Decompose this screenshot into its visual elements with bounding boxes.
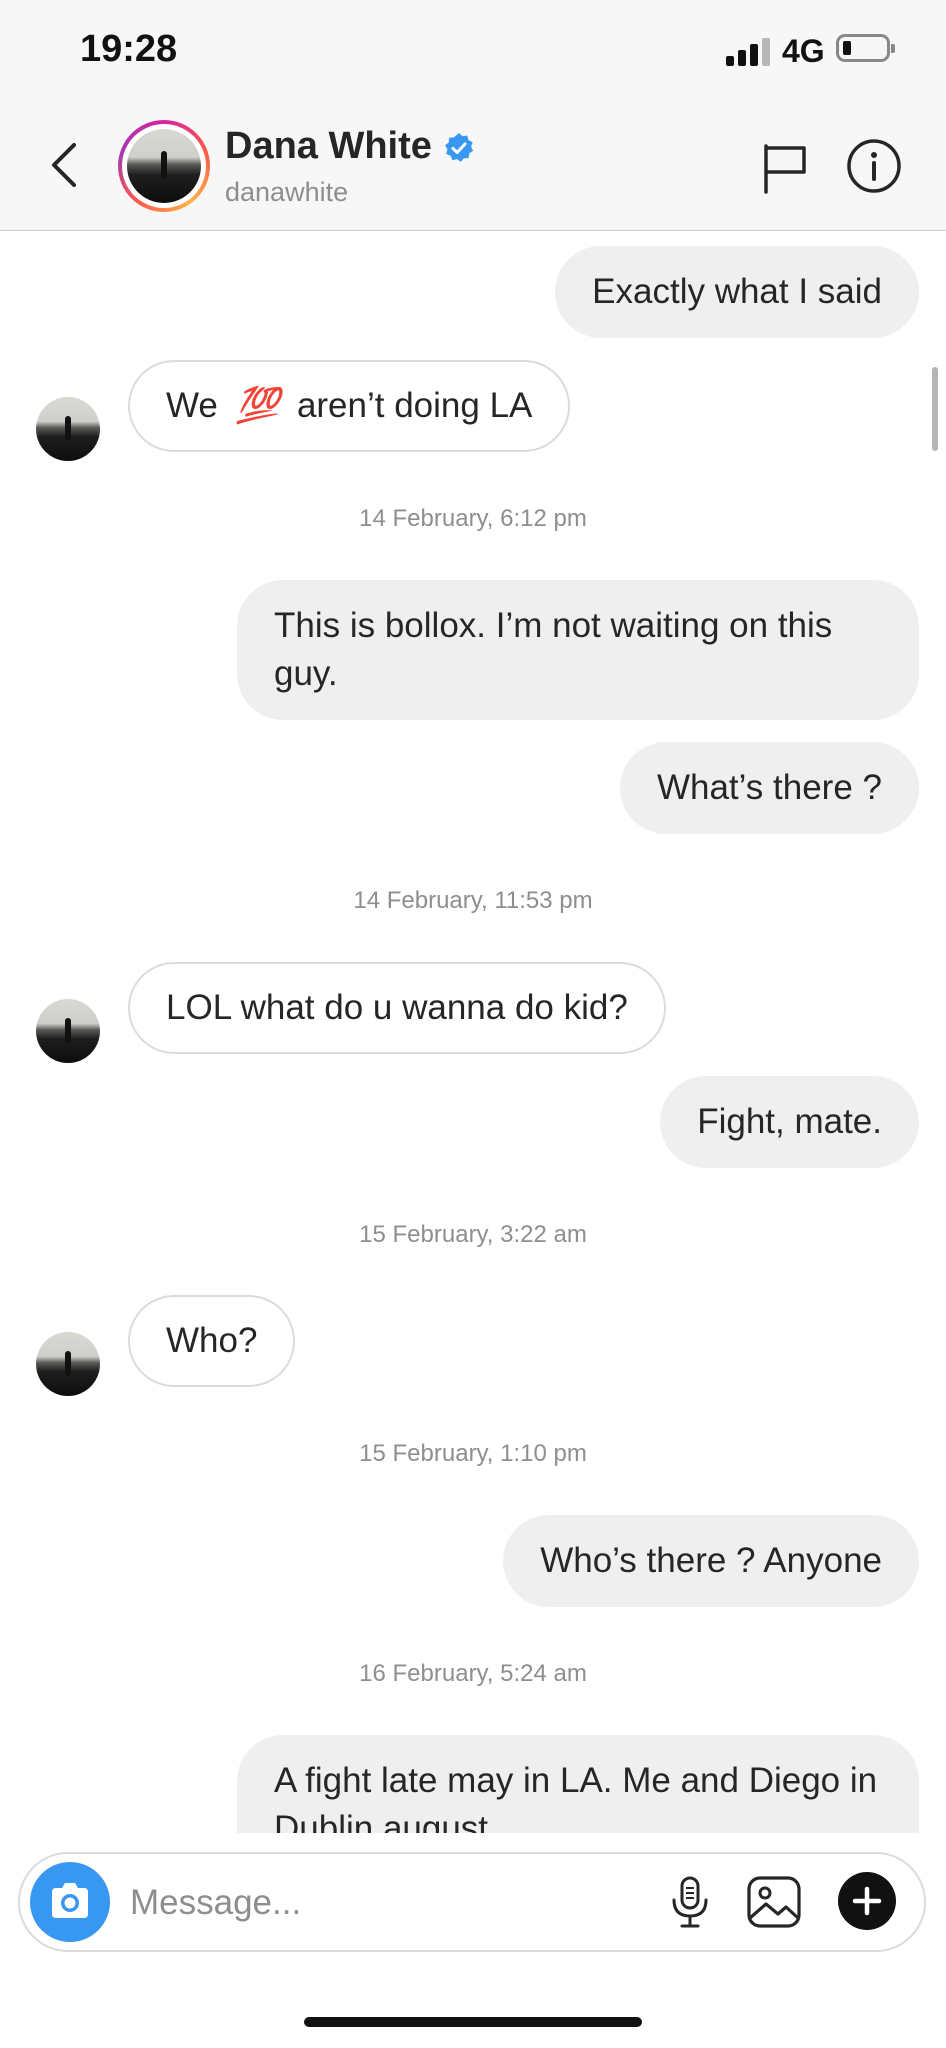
sender-avatar[interactable]: [36, 397, 100, 461]
message-outgoing[interactable]: What’s there ?: [619, 742, 919, 834]
plus-icon: [852, 1886, 882, 1916]
flag-icon: [764, 144, 806, 194]
message-timestamp: 15 February, 1:10 pm: [359, 1440, 587, 1467]
sender-avatar[interactable]: [36, 999, 100, 1063]
info-button[interactable]: [846, 138, 902, 194]
message-timestamp: 15 February, 3:22 am: [359, 1221, 587, 1248]
contact-handle[interactable]: danawhite: [225, 177, 348, 208]
back-button[interactable]: [40, 135, 90, 195]
message-text: We: [166, 386, 218, 425]
message-outgoing[interactable]: Who’s there ? Anyone: [503, 1515, 919, 1607]
verified-badge-icon: [445, 133, 474, 162]
message-outgoing[interactable]: A fight late may in LA. Me and Diego in …: [237, 1735, 919, 1833]
message-list[interactable]: Exactly what I said We 💯 aren’t doing LA…: [0, 231, 946, 1833]
message-input[interactable]: [128, 1872, 662, 1934]
signal-strength-icon: [726, 38, 772, 66]
microphone-icon: [672, 1876, 708, 1928]
sender-avatar[interactable]: [36, 1332, 100, 1396]
message-incoming[interactable]: LOL what do u wanna do kid?: [128, 962, 666, 1054]
gallery-button[interactable]: [744, 1872, 804, 1932]
camera-icon: [52, 1883, 88, 1918]
message-outgoing[interactable]: This is bollox. I’m not waiting on this …: [237, 580, 919, 720]
message-composer: [18, 1852, 926, 1952]
message-outgoing[interactable]: Fight, mate.: [660, 1076, 919, 1168]
message-outgoing[interactable]: Exactly what I said: [555, 246, 919, 338]
contact-name[interactable]: Dana White: [225, 125, 432, 168]
status-bar: 19:28 4G: [0, 0, 946, 100]
home-indicator[interactable]: [304, 2017, 642, 2027]
hundred-points-emoji: 💯: [235, 386, 280, 425]
status-time: 19:28: [80, 28, 178, 70]
battery-icon: [836, 34, 895, 62]
message-text: aren’t doing LA: [296, 386, 533, 425]
message-timestamp: 14 February, 11:53 pm: [353, 887, 593, 914]
camera-button[interactable]: [30, 1862, 110, 1942]
message-timestamp: 16 February, 5:24 am: [359, 1660, 587, 1687]
voice-message-button[interactable]: [660, 1872, 720, 1932]
contact-avatar[interactable]: [118, 120, 210, 212]
message-timestamp: 14 February, 6:12 pm: [359, 505, 587, 532]
info-icon: [847, 139, 901, 193]
message-incoming[interactable]: Who?: [128, 1295, 296, 1387]
back-chevron-icon: [52, 143, 76, 187]
gallery-icon: [747, 1876, 801, 1928]
more-options-button[interactable]: [838, 1872, 896, 1930]
scrollbar[interactable]: [932, 367, 938, 451]
message-incoming[interactable]: We 💯 aren’t doing LA: [128, 360, 571, 452]
chat-header: Dana White danawhite: [0, 100, 946, 231]
network-type: 4G: [782, 33, 825, 69]
report-button[interactable]: [760, 140, 810, 194]
